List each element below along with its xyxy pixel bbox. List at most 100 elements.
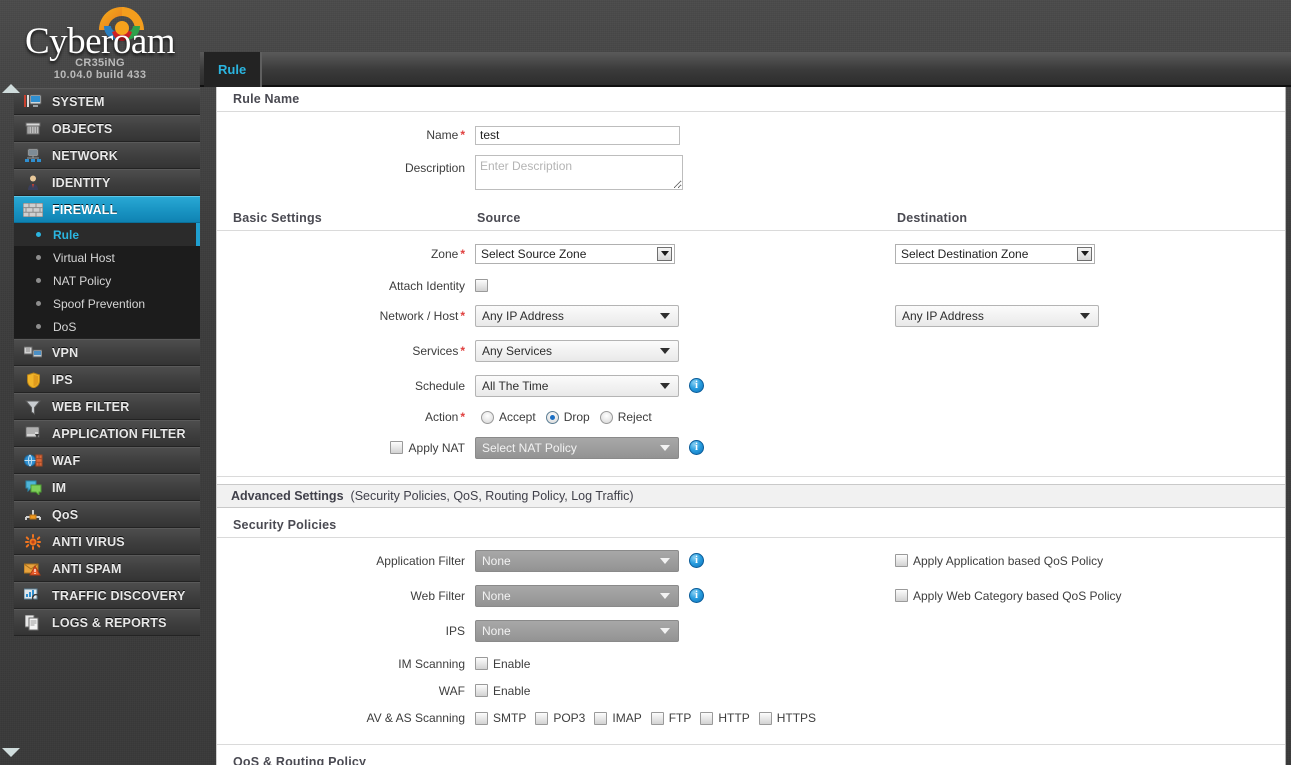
apply-web-qos-checkbox[interactable]	[895, 589, 908, 602]
av-as-label-ftp: FTP	[668, 711, 692, 725]
action-option-drop[interactable]: Drop	[545, 410, 590, 424]
sidebar-item-label: WAF	[52, 453, 81, 468]
apply-app-qos-checkbox[interactable]	[895, 554, 908, 567]
av-as-option-pop3[interactable]: POP3	[535, 711, 585, 725]
ips-value: None	[482, 623, 511, 638]
av-as-checkbox-smtp[interactable]	[475, 711, 488, 725]
sidebar-item-web-filter[interactable]: WEB FILTER	[14, 393, 200, 420]
av-as-checkbox-pop3[interactable]	[535, 711, 549, 725]
sidebar-item-label: NETWORK	[52, 148, 118, 163]
sidebar-item-label: IDENTITY	[52, 175, 111, 190]
chevron-down-icon	[660, 347, 670, 354]
av-as-checkbox-imap[interactable]	[594, 711, 608, 725]
submenu-item-dos[interactable]: DoS	[14, 315, 200, 338]
sidebar-item-im[interactable]: IM	[14, 474, 200, 501]
services-value: Any Services	[482, 343, 553, 358]
ips-select[interactable]: None	[475, 619, 679, 642]
source-zone-select[interactable]: Select Source Zone	[475, 243, 675, 264]
av-as-checkbox-http[interactable]	[700, 711, 714, 725]
tab-rule[interactable]: Rule	[204, 52, 263, 87]
radio-reject-label: Reject	[617, 410, 652, 424]
action-option-reject[interactable]: Reject	[599, 410, 652, 424]
source-network-host-value: Any IP Address	[482, 308, 564, 323]
rule-form-panel: Rule Name Name* Description Basic Settin…	[216, 87, 1286, 765]
av-as-option-http[interactable]: HTTP	[700, 711, 750, 725]
sidebar-item-label: VPN	[52, 345, 79, 360]
name-input[interactable]	[475, 125, 680, 145]
av-as-option-ftp[interactable]: FTP	[650, 711, 692, 725]
chevron-down-icon	[660, 444, 670, 451]
sidebar-scroll-up-button[interactable]	[0, 81, 22, 95]
sidebar-item-network[interactable]: NETWORK	[14, 142, 200, 169]
submenu-item-nat-policy[interactable]: NAT Policy	[14, 269, 200, 292]
section-rule-name-title: Rule Name	[217, 87, 1285, 112]
web-filter-select[interactable]: None	[475, 584, 679, 607]
services-select[interactable]: Any Services	[475, 339, 679, 362]
sidebar-scroll-down-button[interactable]	[0, 745, 22, 759]
submenu-item-spoof-prevention[interactable]: Spoof Prevention	[14, 292, 200, 315]
application-filter-info-icon[interactable]: i	[689, 553, 704, 568]
application-filter-select[interactable]: None	[475, 549, 679, 572]
submenu-item-label: Spoof Prevention	[53, 296, 146, 311]
description-textarea[interactable]	[475, 155, 683, 190]
web-filter-info-icon[interactable]: i	[689, 588, 704, 603]
sidebar-item-waf[interactable]: WAF	[14, 447, 200, 474]
source-network-host-select[interactable]: Any IP Address	[475, 304, 679, 327]
destination-network-host-value: Any IP Address	[902, 308, 984, 323]
av-as-option-imap[interactable]: IMAP	[594, 711, 642, 725]
sidebar-item-label: ANTI VIRUS	[52, 534, 125, 549]
radio-accept[interactable]	[481, 410, 494, 424]
sidebar-item-ips[interactable]: IPS	[14, 366, 200, 393]
im-scanning-checkbox[interactable]	[475, 657, 488, 670]
advanced-settings-bar[interactable]: Advanced Settings (Security Policies, Qo…	[217, 484, 1285, 508]
submenu-item-rule[interactable]: Rule	[14, 223, 200, 246]
submenu-item-virtual-host[interactable]: Virtual Host	[14, 246, 200, 269]
destination-zone-select[interactable]: Select Destination Zone	[895, 243, 1095, 264]
schedule-select[interactable]: All The Time	[475, 374, 679, 397]
av-as-option-https[interactable]: HTTPS	[758, 711, 816, 725]
av-as-checkbox-ftp[interactable]	[650, 711, 664, 725]
sidebar-item-application-filter[interactable]: APPLICATION FILTER	[14, 420, 200, 447]
apply-web-qos-option[interactable]: Apply Web Category based QoS Policy	[895, 589, 1122, 603]
sidebar-item-anti-spam[interactable]: ANTI SPAM	[14, 555, 200, 582]
apply-app-qos-option[interactable]: Apply Application based QoS Policy	[895, 554, 1103, 568]
radio-drop[interactable]	[545, 410, 559, 424]
av-as-checkbox-https[interactable]	[758, 711, 772, 725]
sidebar-item-qos[interactable]: QoS	[14, 501, 200, 528]
im-scanning-option[interactable]: Enable	[475, 657, 530, 671]
action-option-accept[interactable]: Accept	[481, 410, 536, 424]
nat-policy-info-icon[interactable]: i	[689, 440, 704, 455]
nat-policy-value: Select NAT Policy	[482, 440, 577, 455]
av-as-label-http: HTTP	[718, 711, 750, 725]
submenu-item-label: DoS	[53, 319, 77, 334]
source-zone-value: Select Source Zone	[481, 246, 587, 261]
spam-mail-icon	[22, 560, 44, 578]
waf-checkbox[interactable]	[475, 684, 488, 697]
section-qos-routing-title: QoS & Routing Policy	[217, 750, 1285, 765]
schedule-info-icon[interactable]: i	[689, 378, 704, 393]
label-services: Services *	[412, 343, 465, 358]
sidebar-item-logs-reports[interactable]: LOGS & REPORTS	[14, 609, 200, 636]
attach-identity-checkbox[interactable]	[475, 279, 488, 292]
label-basic-settings: Basic Settings	[233, 211, 322, 225]
sidebar-item-traffic-discovery[interactable]: TRAFFIC DISCOVERY	[14, 582, 200, 609]
apply-nat-checkbox[interactable]	[389, 441, 403, 454]
submenu-item-label: Rule	[53, 227, 80, 242]
nat-policy-select[interactable]: Select NAT Policy	[475, 436, 679, 459]
tab-bar: Rule	[200, 52, 1291, 87]
sidebar-item-system[interactable]: SYSTEM	[14, 88, 200, 115]
sidebar-item-label: SYSTEM	[52, 94, 105, 109]
destination-network-host-select[interactable]: Any IP Address	[895, 304, 1099, 327]
radio-reject[interactable]	[599, 410, 613, 424]
sidebar-item-vpn[interactable]: VPN	[14, 339, 200, 366]
sidebar-item-anti-virus[interactable]: ANTI VIRUS	[14, 528, 200, 555]
sidebar-item-identity[interactable]: IDENTITY	[14, 169, 200, 196]
waf-option[interactable]: Enable	[475, 684, 530, 698]
label-av-as-scanning: AV & AS Scanning	[366, 711, 465, 725]
vpn-icon	[22, 344, 44, 362]
av-as-option-smtp[interactable]: SMTP	[475, 711, 526, 725]
av-as-label-smtp: SMTP	[493, 711, 527, 725]
sidebar-item-objects[interactable]: OBJECTS	[14, 115, 200, 142]
label-action: Action *	[424, 410, 465, 424]
sidebar-item-firewall[interactable]: FIREWALL	[14, 196, 200, 223]
